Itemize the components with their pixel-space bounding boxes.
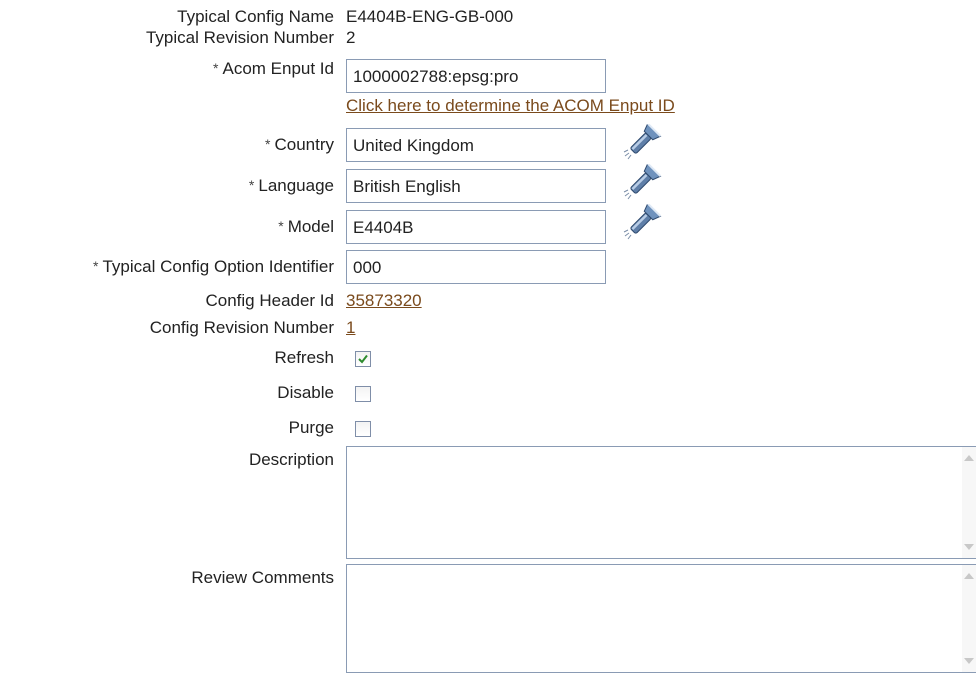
language-search-icon[interactable] xyxy=(618,162,664,204)
typical-config-option-identifier-input[interactable]: 000 xyxy=(346,250,606,284)
country-input[interactable]: United Kingdom xyxy=(346,128,606,162)
description-textarea[interactable] xyxy=(346,446,976,559)
language-label-text: Language xyxy=(258,176,334,195)
typical-config-option-identifier-label-text: Typical Config Option Identifier xyxy=(102,257,334,276)
review-comments-label: Review Comments xyxy=(191,568,334,587)
required-marker: * xyxy=(213,60,219,76)
acom-enput-id-input[interactable]: 1000002788:epsg:pro xyxy=(346,59,606,93)
scroll-up-arrow-icon[interactable] xyxy=(964,455,974,461)
country-search-icon[interactable] xyxy=(618,122,664,164)
typical-config-name-label: Typical Config Name xyxy=(177,7,334,26)
acom-enput-id-label-text: Acom Enput Id xyxy=(222,59,334,78)
description-label: Description xyxy=(248,450,334,469)
acom-enput-id-label: * Acom Enput Id xyxy=(213,59,334,79)
flashlight-search-icon xyxy=(623,122,662,160)
refresh-label: Refresh xyxy=(274,348,334,367)
required-marker: * xyxy=(248,177,255,193)
country-label: * Country xyxy=(265,135,334,155)
description-scrollbar[interactable] xyxy=(962,447,976,558)
model-search-icon[interactable] xyxy=(618,202,664,244)
config-header-id-link[interactable]: 35873320 xyxy=(346,291,422,311)
config-header-id-label: Config Header Id xyxy=(205,291,334,310)
model-label-text: Model xyxy=(287,217,334,236)
typical-revision-number-label: Typical Revision Number xyxy=(145,28,334,47)
scroll-up-arrow-icon[interactable] xyxy=(964,573,974,579)
scroll-down-arrow-icon[interactable] xyxy=(964,658,974,664)
refresh-checkbox[interactable] xyxy=(355,351,371,367)
required-marker: * xyxy=(278,218,284,234)
flashlight-search-icon xyxy=(623,202,662,240)
purge-label: Purge xyxy=(288,418,334,437)
determine-acom-enput-id-link[interactable]: Click here to determine the ACOM Enput I… xyxy=(346,96,675,116)
typical-config-option-identifier-label: * Typical Config Option Identifier xyxy=(93,257,334,277)
purge-checkbox[interactable] xyxy=(355,421,371,437)
disable-label: Disable xyxy=(277,383,334,402)
language-input[interactable]: British English xyxy=(346,169,606,203)
scroll-down-arrow-icon[interactable] xyxy=(964,544,974,550)
typical-revision-number-value: 2 xyxy=(346,28,356,47)
required-marker: * xyxy=(265,136,271,152)
config-revision-number-label: Config Revision Number xyxy=(149,318,334,337)
disable-checkbox[interactable] xyxy=(355,386,371,402)
review-comments-textarea[interactable] xyxy=(346,564,976,673)
typical-config-name-value: E4404B-ENG-GB-000 xyxy=(346,7,514,26)
review-comments-scrollbar[interactable] xyxy=(962,565,976,672)
flashlight-search-icon xyxy=(623,162,662,200)
model-input[interactable]: E4404B xyxy=(346,210,606,244)
country-label-text: Country xyxy=(274,135,334,154)
model-label: * Model xyxy=(278,217,334,237)
config-revision-number-link[interactable]: 1 xyxy=(346,318,355,338)
language-label: * Language xyxy=(249,176,334,196)
required-marker: * xyxy=(93,258,99,274)
checkmark-icon xyxy=(358,354,368,364)
